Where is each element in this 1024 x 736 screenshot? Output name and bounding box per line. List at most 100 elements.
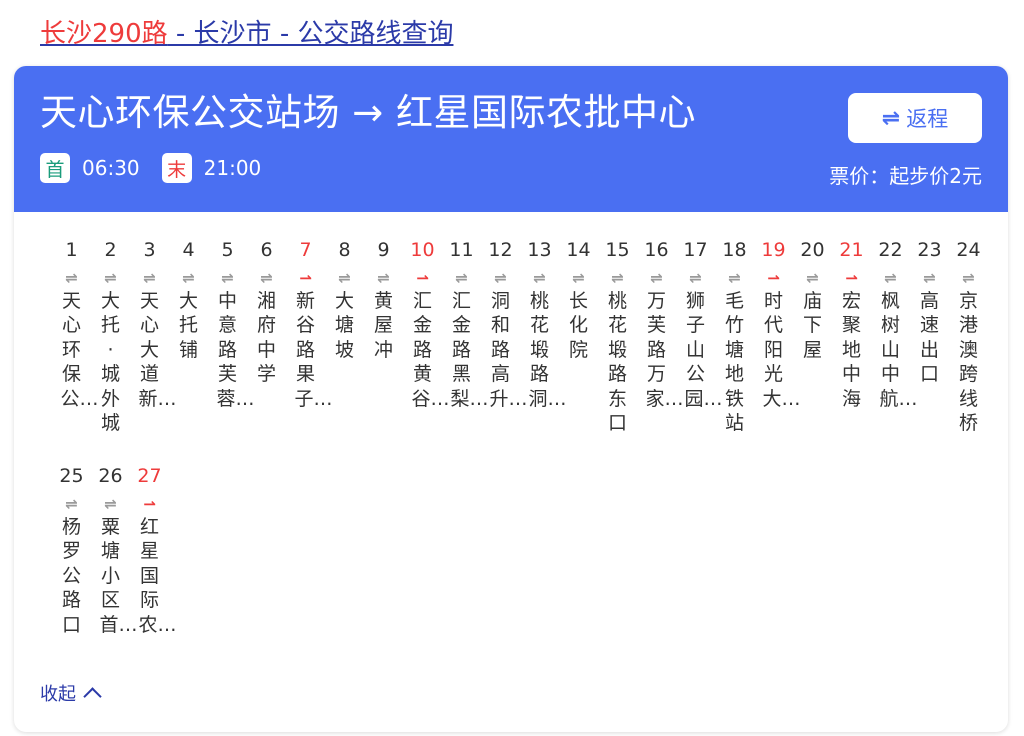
two-way-arrow-icon: ⇌ bbox=[923, 269, 936, 287]
stop-item[interactable]: 23 ⇌ 高速出口 bbox=[910, 237, 949, 435]
stop-number: 16 bbox=[644, 239, 669, 261]
two-way-arrow-icon: ⇌ bbox=[143, 269, 156, 287]
stop-item[interactable]: 12 ⇌ 洞和路高升… bbox=[481, 237, 527, 435]
stop-item[interactable]: 7 ⇀ 新谷路果子… bbox=[286, 237, 333, 435]
stop-name: 狮子山公园… bbox=[684, 290, 723, 410]
two-way-arrow-icon: ⇌ bbox=[65, 269, 78, 287]
stop-item[interactable]: 8 ⇌ 大塘坡 bbox=[325, 237, 364, 435]
stop-number: 1 bbox=[65, 239, 78, 261]
stop-number: 27 bbox=[137, 465, 162, 487]
one-way-arrow-icon: ⇀ bbox=[767, 269, 780, 287]
stop-item[interactable]: 3 ⇌ 天心大道新… bbox=[130, 237, 177, 435]
stop-name: 高速出口 bbox=[919, 290, 939, 386]
two-way-arrow-icon: ⇌ bbox=[104, 269, 117, 287]
stop-name: 京港澳跨线桥 bbox=[958, 290, 978, 435]
stop-item[interactable]: 15 ⇌ 桃花塅路东口 bbox=[598, 237, 637, 435]
two-way-arrow-icon: ⇌ bbox=[728, 269, 741, 287]
two-way-arrow-icon: ⇌ bbox=[962, 269, 975, 287]
stop-item[interactable]: 9 ⇌ 黄屋冲 bbox=[364, 237, 403, 435]
stop-number: 19 bbox=[761, 239, 786, 261]
two-way-arrow-icon: ⇌ bbox=[455, 269, 468, 287]
collapse-label: 收起 bbox=[40, 684, 76, 705]
stop-name: 粟塘小区首… bbox=[99, 516, 138, 636]
stop-item[interactable]: 16 ⇌ 万芙路万家… bbox=[637, 237, 684, 435]
two-way-arrow-icon: ⇌ bbox=[182, 269, 195, 287]
stop-item[interactable]: 22 ⇌ 枫树山中航… bbox=[871, 237, 917, 435]
stop-name: 宏聚地中海 bbox=[841, 290, 861, 410]
stop-name: 天心环保公… bbox=[60, 290, 99, 410]
stop-item[interactable]: 2 ⇌ 大托·城外城 bbox=[91, 237, 130, 435]
stop-name: 新谷路果子… bbox=[294, 290, 333, 410]
route-title: 天心环保公交站场 → 红星国际农批中心 bbox=[40, 91, 697, 134]
stop-name: 大塘坡 bbox=[334, 290, 354, 361]
stop-item[interactable]: 25 ⇌ 杨罗公路口 bbox=[52, 463, 91, 637]
stop-name: 毛竹塘地铁站 bbox=[724, 290, 744, 435]
last-bus-time: 21:00 bbox=[203, 156, 262, 180]
stop-name: 大托铺 bbox=[178, 290, 198, 361]
first-bus-time: 06:30 bbox=[82, 156, 140, 180]
two-way-arrow-icon: ⇌ bbox=[377, 269, 390, 287]
stop-name: 天心大道新… bbox=[138, 290, 177, 410]
stop-item[interactable]: 6 ⇌ 湘府中学 bbox=[247, 237, 286, 435]
page-heading-link[interactable]: 长沙290路 - 长沙市 - 公交路线查询 bbox=[40, 14, 453, 54]
chevron-up-icon bbox=[83, 686, 102, 706]
return-trip-button[interactable]: ⇌ 返程 bbox=[848, 93, 982, 143]
stop-number: 2 bbox=[104, 239, 117, 261]
card-header: 天心环保公交站场 → 红星国际农批中心 ⇌ 返程 首 06:30 末 21:00… bbox=[14, 66, 1008, 212]
two-way-arrow-icon: ⇌ bbox=[611, 269, 624, 287]
stop-number: 13 bbox=[527, 239, 552, 261]
stop-item[interactable]: 18 ⇌ 毛竹塘地铁站 bbox=[715, 237, 754, 435]
one-way-arrow-icon: ⇀ bbox=[845, 269, 858, 287]
stop-number: 20 bbox=[800, 239, 825, 261]
stop-number: 14 bbox=[566, 239, 591, 261]
heading-rest[interactable]: - 长沙市 - 公交路线查询 bbox=[168, 19, 454, 49]
stop-item[interactable]: 20 ⇌ 庙下屋 bbox=[793, 237, 832, 435]
swap-direction-icon: ⇌ bbox=[881, 105, 901, 131]
stop-number: 10 bbox=[410, 239, 435, 261]
stop-name: 汇金路黄谷… bbox=[411, 290, 450, 410]
stop-item[interactable]: 14 ⇌ 长化院 bbox=[559, 237, 598, 435]
stop-item[interactable]: 17 ⇌ 狮子山公园… bbox=[676, 237, 723, 435]
stop-item[interactable]: 24 ⇌ 京港澳跨线桥 bbox=[949, 237, 988, 435]
stop-item[interactable]: 1 ⇌ 天心环保公… bbox=[52, 237, 99, 435]
stop-item[interactable]: 21 ⇀ 宏聚地中海 bbox=[832, 237, 871, 435]
two-way-arrow-icon: ⇌ bbox=[221, 269, 234, 287]
two-way-arrow-icon: ⇌ bbox=[65, 495, 78, 513]
stop-name: 汇金路黑梨… bbox=[450, 290, 489, 410]
stop-number: 24 bbox=[956, 239, 981, 261]
stop-name: 万芙路万家… bbox=[645, 290, 684, 410]
stop-item[interactable]: 11 ⇌ 汇金路黑梨… bbox=[442, 237, 489, 435]
two-way-arrow-icon: ⇌ bbox=[104, 495, 117, 513]
stop-item[interactable]: 10 ⇀ 汇金路黄谷… bbox=[403, 237, 450, 435]
stop-item[interactable]: 19 ⇀ 时代阳光大… bbox=[754, 237, 801, 435]
service-times: 首 06:30 末 21:00 bbox=[40, 153, 283, 183]
one-way-arrow-icon: ⇀ bbox=[416, 269, 429, 287]
stop-name: 庙下屋 bbox=[802, 290, 822, 361]
stop-item[interactable]: 27 ⇀ 红星国际农… bbox=[130, 463, 177, 637]
stop-name: 杨罗公路口 bbox=[61, 516, 81, 636]
stop-item[interactable]: 26 ⇌ 粟塘小区首… bbox=[91, 463, 138, 637]
two-way-arrow-icon: ⇌ bbox=[494, 269, 507, 287]
return-label: 返程 bbox=[906, 107, 949, 131]
two-way-arrow-icon: ⇌ bbox=[806, 269, 819, 287]
stop-number: 3 bbox=[143, 239, 156, 261]
stop-name: 红星国际农… bbox=[138, 516, 177, 636]
stop-number: 23 bbox=[917, 239, 942, 261]
stop-number: 15 bbox=[605, 239, 630, 261]
stop-number: 7 bbox=[299, 239, 312, 261]
stop-name: 湘府中学 bbox=[256, 290, 276, 386]
stop-item[interactable]: 5 ⇌ 中意路芙蓉… bbox=[208, 237, 255, 435]
collapse-button[interactable]: 收起 bbox=[40, 680, 102, 706]
stop-number: 9 bbox=[377, 239, 390, 261]
stop-item[interactable]: 13 ⇌ 桃花塅路洞… bbox=[520, 237, 566, 435]
stop-name: 桃花塅路东口 bbox=[607, 290, 627, 435]
route-name-link[interactable]: 长沙290路 bbox=[40, 19, 168, 49]
stop-item[interactable]: 4 ⇌ 大托铺 bbox=[169, 237, 208, 435]
two-way-arrow-icon: ⇌ bbox=[260, 269, 273, 287]
stop-number: 17 bbox=[683, 239, 708, 261]
stops-row-2: 25 ⇌ 杨罗公路口 26 ⇌ 粟塘小区首… 27 ⇀ 红星国际农… bbox=[52, 463, 177, 637]
stop-name: 时代阳光大… bbox=[762, 290, 801, 410]
stops-row-1: 1 ⇌ 天心环保公… 2 ⇌ 大托·城外城 3 ⇌ 天心大道新… 4 ⇌ 大托铺 5 ⇌ 中意路芙蓉… 6 ⇌ 湘… bbox=[52, 237, 988, 435]
stop-number: 21 bbox=[839, 239, 864, 261]
first-bus-badge: 首 bbox=[40, 153, 70, 183]
